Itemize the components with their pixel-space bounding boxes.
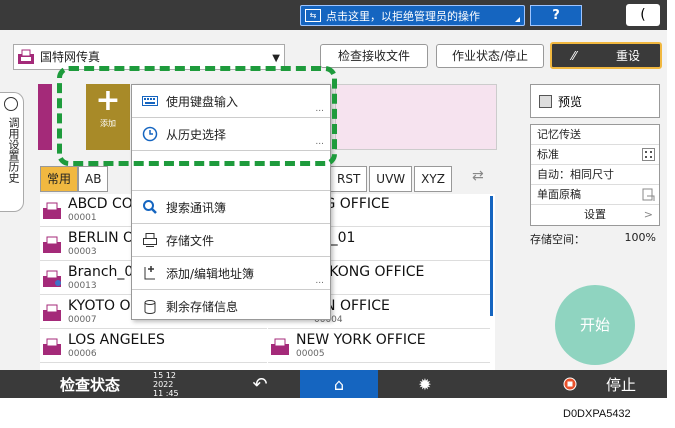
single-side-icon — [642, 188, 655, 201]
address-tabs-left: 常用 AB — [40, 166, 109, 193]
tab-ab[interactable]: AB — [78, 166, 109, 192]
entry-name: KYOTO O — [68, 298, 131, 314]
tab-uvw[interactable]: UVW — [369, 166, 413, 192]
screen: ⇆ 点击这里，以拒绝管理员的操作 ? ( 国特网传真 ▼ 检查接收文件 作业状态… — [0, 0, 667, 398]
settings-option[interactable]: 设置 > — [531, 205, 659, 225]
job-status-button[interactable]: 作业状态/停止 — [436, 44, 544, 68]
figure-caption: D0DXPA5432 — [563, 408, 631, 420]
preview-label: 预览 — [558, 94, 583, 109]
resolution-label: 标准 — [537, 148, 559, 161]
menu-item-label: 添加/编辑地址簿 — [166, 266, 255, 281]
history-tab-label: 调用设置历史 — [7, 117, 20, 183]
help-button[interactable]: ? — [530, 5, 582, 26]
preview-toggle[interactable]: 预览 — [530, 84, 660, 118]
stop-button[interactable]: 停止 — [596, 370, 646, 398]
fax-entry-icon — [43, 202, 61, 219]
back-icon: ↶ — [252, 373, 268, 395]
menu-item-label: 搜索通讯簿 — [166, 200, 227, 215]
fax-entry-icon — [43, 304, 61, 321]
right-panel: 预览 记忆传送 标准 自动：相同尺寸 单面原稿 设置 > 存储空间： 100% — [530, 84, 660, 247]
menu-item-remaining-storage[interactable]: 剩余存储信息 — [132, 290, 330, 323]
original-side-option[interactable]: 单面原稿 — [531, 185, 659, 205]
send-options: 记忆传送 标准 自动：相同尺寸 单面原稿 设置 > — [530, 124, 660, 226]
original-side-label: 单面原稿 — [537, 188, 581, 201]
energy-saver-button[interactable]: ( — [626, 4, 660, 26]
scrollbar[interactable] — [490, 196, 493, 316]
tab-xyz[interactable]: XYZ — [414, 166, 452, 192]
check-received-files-button[interactable]: 检查接收文件 — [320, 44, 428, 68]
top-bar: ⇆ 点击这里，以拒绝管理员的操作 ? ( — [0, 0, 667, 30]
menu-item-label: 剩余存储信息 — [166, 300, 239, 314]
address-tabs-right: RST UVW XYZ — [330, 166, 452, 192]
entry-name: ABCD CO — [68, 196, 133, 212]
reset-label: 重设 — [615, 49, 640, 63]
date-text: 15 12 2022 — [153, 370, 176, 389]
reset-icon: ⁄⁄ — [571, 48, 576, 63]
list-item[interactable]: LOS ANGELES 00006 — [40, 330, 267, 363]
group-entry-icon — [43, 270, 61, 287]
destination-strip — [38, 84, 52, 150]
menu-item-store-file[interactable]: 存储文件 — [132, 224, 330, 257]
storage-info: 存储空间： 100% — [530, 231, 660, 247]
entry-number: 00006 — [68, 349, 97, 359]
bottom-bar: 检查状态 15 12 2022 11 :45 ↶ ⌂ ✹ 停止 — [0, 370, 667, 398]
corner-triangle-icon — [515, 17, 520, 22]
banner-text: 点击这里，以拒绝管理员的操作 — [326, 9, 480, 23]
home-icon: ⌂ — [333, 374, 345, 394]
banner-icon: ⇆ — [305, 9, 321, 22]
highlight-annotation — [57, 66, 337, 166]
search-icon — [142, 199, 158, 215]
reset-button[interactable]: ⁄⁄ 重设 — [550, 42, 662, 69]
destination-field[interactable] — [335, 84, 497, 150]
clock-icon — [4, 97, 18, 111]
history-tab[interactable]: 调用设置历史 — [0, 92, 24, 212]
settings-label: 设置 — [584, 208, 606, 221]
check-status-button[interactable]: 检查状态 — [40, 370, 140, 398]
list-item[interactable]: NEW YORK OFFICE 00005 — [268, 330, 490, 363]
menu-item-label: 存储文件 — [166, 233, 215, 248]
entry-number: 00013 — [68, 281, 97, 291]
entry-number: 00001 — [68, 213, 97, 223]
print-icon — [142, 232, 158, 248]
resolution-icon — [642, 148, 655, 161]
fax-icon — [18, 49, 34, 64]
resolution-option[interactable]: 标准 — [531, 145, 659, 165]
storage-value: 100% — [624, 231, 656, 244]
settings-button[interactable]: ✹ — [405, 370, 445, 398]
tab-frequent[interactable]: 常用 — [40, 166, 79, 192]
entry-name: LOS ANGELES — [68, 332, 165, 348]
more-dots: ... — [315, 276, 324, 286]
admin-banner-button[interactable]: ⇆ 点击这里，以拒绝管理员的操作 — [300, 5, 525, 26]
start-button[interactable]: 开始 — [555, 285, 635, 365]
back-button[interactable]: ↶ — [240, 370, 280, 398]
tab-rst[interactable]: RST — [330, 166, 368, 192]
size-option[interactable]: 自动：相同尺寸 — [531, 165, 659, 185]
home-button[interactable]: ⌂ — [300, 370, 378, 398]
fax-entry-icon — [43, 236, 61, 253]
add-edit-icon — [142, 265, 158, 281]
gear-icon: ✹ — [418, 374, 432, 394]
fax-entry-icon — [43, 338, 61, 355]
fax-entry-icon — [271, 338, 289, 355]
memory-send-option[interactable]: 记忆传送 — [531, 125, 659, 145]
entry-name: BERLIN O — [68, 230, 135, 246]
entry-name: NEW YORK OFFICE — [296, 332, 426, 348]
entry-number: 00003 — [68, 247, 97, 257]
preview-checkbox[interactable] — [539, 94, 552, 108]
menu-item-add-edit-addressbook[interactable]: 添加/编辑地址簿 ... — [132, 257, 330, 290]
storage-label: 存储空间： — [530, 233, 585, 246]
datetime: 15 12 2022 11 :45 — [153, 370, 193, 398]
entry-number: 00005 — [296, 349, 325, 359]
time-text: 11 :45 — [153, 388, 179, 398]
chevron-right-icon: > — [643, 208, 653, 221]
storage-icon — [142, 299, 158, 315]
menu-item-search-addressbook[interactable]: 搜索通讯簿 — [132, 191, 330, 224]
swap-icon[interactable]: ⇄ — [472, 168, 492, 190]
destination-label: 国特网传真 — [40, 50, 101, 64]
entry-name: Branch_0 — [68, 264, 134, 280]
entry-number: 00007 — [68, 315, 97, 325]
stop-icon — [560, 370, 580, 398]
